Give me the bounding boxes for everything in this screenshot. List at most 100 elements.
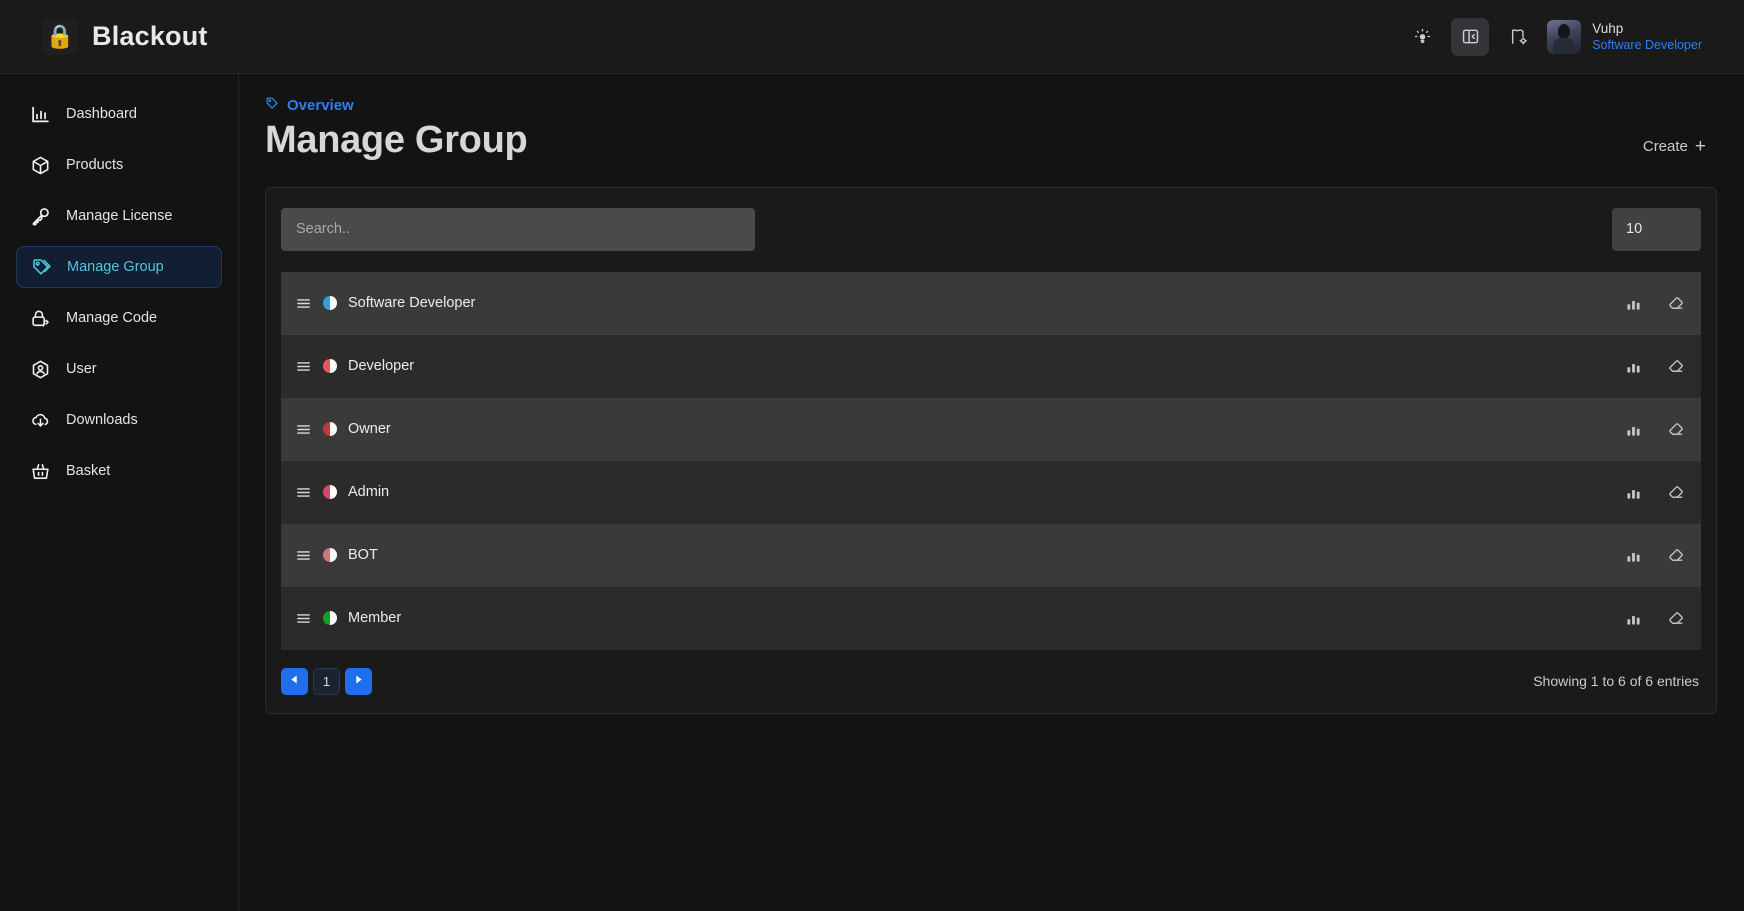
drag-handle-icon[interactable]: [295, 295, 312, 312]
pagination-page-1[interactable]: 1: [313, 667, 340, 695]
tag-icon: [265, 96, 280, 115]
profile-role: Software Developer: [1592, 38, 1702, 53]
group-name: Owner: [348, 421, 391, 437]
eraser-icon[interactable]: [1668, 484, 1685, 501]
triangle-right-icon: [353, 672, 364, 690]
stats-icon[interactable]: [1625, 295, 1642, 312]
sidebar-item-user[interactable]: User: [16, 348, 222, 390]
group-color-dot: [323, 548, 337, 562]
sidebar-item-manage-license[interactable]: Manage License: [16, 195, 222, 237]
lightbulb-icon[interactable]: [1403, 18, 1441, 56]
plus-icon: +: [1694, 136, 1706, 157]
stats-icon[interactable]: [1625, 484, 1642, 501]
drag-handle-icon[interactable]: [295, 610, 312, 627]
stats-icon[interactable]: [1625, 421, 1642, 438]
brand-name: Blackout: [92, 21, 208, 51]
search-input[interactable]: [281, 207, 755, 251]
sidebar-item-manage-code[interactable]: Manage Code: [16, 297, 222, 339]
code-lock-icon: [30, 308, 51, 329]
sidebar-item-label: Downloads: [66, 412, 138, 428]
breadcrumb[interactable]: Overview: [265, 96, 354, 115]
drag-handle-icon[interactable]: [295, 484, 312, 501]
group-name: BOT: [348, 547, 378, 563]
create-button[interactable]: Create +: [1643, 137, 1706, 156]
tags-icon: [31, 257, 52, 278]
pagination-next-button[interactable]: [345, 667, 372, 695]
group-color-dot: [323, 359, 337, 373]
stats-icon[interactable]: [1625, 358, 1642, 375]
eraser-icon[interactable]: [1668, 358, 1685, 375]
table-row[interactable]: Member: [281, 586, 1701, 650]
row-left: BOT: [295, 547, 378, 564]
sidebar-toggle-icon[interactable]: [1451, 17, 1490, 56]
sidebar-item-label: Manage License: [66, 208, 173, 224]
sidebar: Dashboard Products Manage License Manage…: [0, 74, 239, 911]
group-rows: Software Developer Developer Owner Admin…: [281, 271, 1701, 650]
sidebar-item-label: Dashboard: [66, 106, 137, 122]
sidebar-item-dashboard[interactable]: Dashboard: [16, 93, 222, 135]
flag-settings-icon[interactable]: [1499, 18, 1537, 56]
group-color-dot: [323, 611, 337, 625]
table-row[interactable]: Developer: [281, 334, 1701, 398]
group-color-dot: [323, 296, 337, 310]
row-actions: [1625, 547, 1685, 564]
entries-per-page-select[interactable]: 10 25 50 100: [1612, 207, 1701, 251]
row-left: Owner: [295, 421, 391, 438]
sidebar-item-label: User: [66, 361, 97, 377]
sidebar-item-manage-group[interactable]: Manage Group: [16, 246, 222, 288]
drag-handle-icon[interactable]: [295, 547, 312, 564]
cloud-download-icon: [30, 410, 51, 431]
breadcrumb-label: Overview: [287, 97, 354, 114]
eraser-icon[interactable]: [1668, 295, 1685, 312]
pagination: 1: [281, 667, 372, 695]
eraser-icon[interactable]: [1668, 610, 1685, 627]
eraser-icon[interactable]: [1668, 547, 1685, 564]
pagination-prev-button[interactable]: [281, 667, 308, 695]
sidebar-item-basket[interactable]: Basket: [16, 450, 222, 492]
table-footer: 1 Showing 1 to 6 of 6 entries: [281, 667, 1701, 695]
group-color-dot: [323, 422, 337, 436]
group-color-dot: [323, 485, 337, 499]
row-actions: [1625, 358, 1685, 375]
row-actions: [1625, 295, 1685, 312]
bar-chart-icon: [30, 104, 51, 125]
stats-icon[interactable]: [1625, 610, 1642, 627]
group-name: Member: [348, 610, 402, 626]
stats-icon[interactable]: [1625, 547, 1642, 564]
drag-handle-icon[interactable]: [295, 358, 312, 375]
group-name: Developer: [348, 358, 415, 374]
page-title: Manage Group: [265, 119, 528, 161]
sidebar-item-label: Manage Code: [66, 310, 158, 326]
table-row[interactable]: BOT: [281, 523, 1701, 587]
top-bar: 🔒 Blackout Vuhp Software Developer: [0, 0, 1744, 74]
row-left: Developer: [295, 358, 414, 375]
create-label: Create: [1642, 138, 1688, 155]
basket-icon: [30, 461, 51, 482]
sidebar-item-downloads[interactable]: Downloads: [16, 399, 222, 441]
main-content: Overview Manage Group Create + 10 25 50 …: [239, 74, 1744, 911]
sidebar-item-label: Basket: [66, 463, 111, 479]
sidebar-item-label: Manage Group: [67, 259, 164, 275]
user-hex-icon: [30, 359, 51, 380]
row-actions: [1625, 421, 1685, 438]
row-left: Software Developer: [295, 295, 475, 312]
title-row: Manage Group Create +: [265, 117, 1718, 165]
avatar: [1547, 19, 1582, 54]
group-table-card: 10 25 50 100 Software Developer: [265, 186, 1717, 714]
key-icon: [30, 206, 51, 227]
drag-handle-icon[interactable]: [295, 421, 312, 438]
table-row[interactable]: Software Developer: [281, 271, 1701, 335]
brand[interactable]: 🔒 Blackout: [0, 0, 239, 74]
group-name: Admin: [348, 484, 390, 500]
topbar-actions: Vuhp Software Developer: [1403, 17, 1744, 56]
row-actions: [1625, 484, 1685, 501]
profile-text: Vuhp Software Developer: [1592, 20, 1702, 53]
box-icon: [30, 155, 51, 176]
sidebar-item-products[interactable]: Products: [16, 144, 222, 186]
table-row[interactable]: Admin: [281, 460, 1701, 524]
profile-name: Vuhp: [1592, 20, 1624, 36]
user-profile[interactable]: Vuhp Software Developer: [1547, 19, 1726, 54]
table-row[interactable]: Owner: [281, 397, 1701, 461]
sidebar-item-label: Products: [66, 157, 124, 173]
eraser-icon[interactable]: [1668, 421, 1685, 438]
